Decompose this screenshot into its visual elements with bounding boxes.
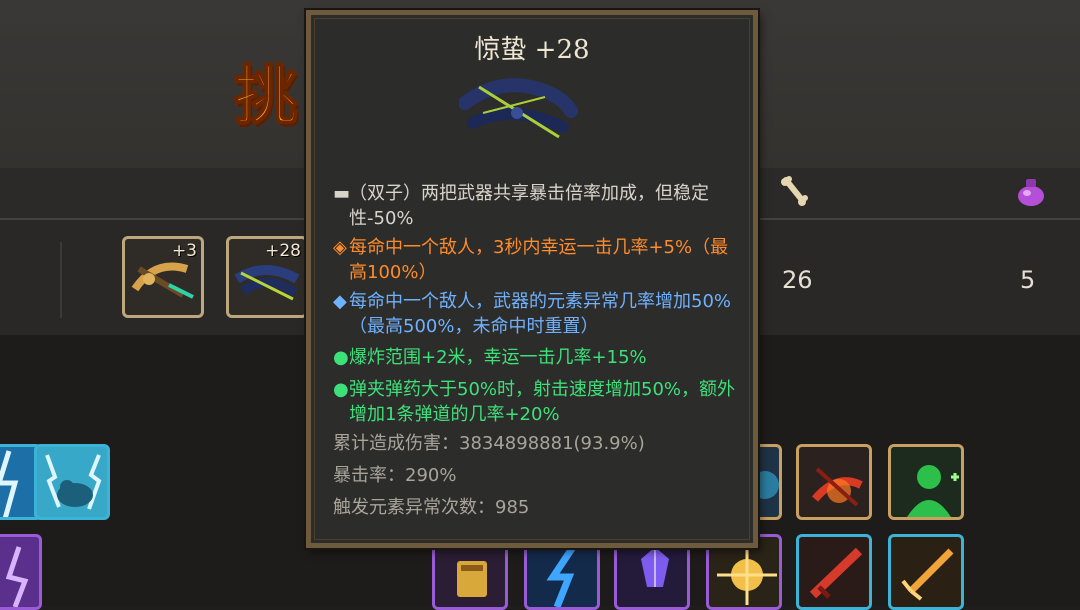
stat-crit: 暴击率：290%	[333, 465, 457, 486]
potion-icon	[1018, 179, 1044, 206]
tooltip-line-blue: ◆ 每命中一个敌人，武器的元素异常几率增加50%（最高500%，未命中时重置）	[333, 291, 732, 337]
dot-bullet-icon: ●	[333, 347, 349, 368]
skill-slot-left-edge-2[interactable]	[0, 534, 42, 610]
row-divider	[60, 242, 62, 318]
tooltip-line-gray: ▬ （双子）两把武器共享暴击倍率加成，但稳定性-50%	[333, 183, 709, 229]
bone-icon	[781, 176, 808, 206]
crossbow-dark-blue-icon	[459, 78, 578, 139]
purple-energy-icon	[5, 546, 29, 607]
tooltip-line-green-1: ● 爆炸范围+2米，幸运一击几率+15%	[333, 347, 647, 368]
stat-elemental: 触发元素异常次数：985	[333, 497, 530, 518]
stat-value-bone: 26	[782, 266, 813, 294]
dash-bullet-icon: ▬	[333, 183, 351, 204]
skill-slot-poison-figure[interactable]	[888, 444, 964, 520]
stat-value-potion: 5	[1020, 266, 1036, 294]
screen-title-fragment: 挑	[233, 59, 299, 135]
skill-slot-frost-beast[interactable]	[34, 444, 110, 520]
diamond-bullet-icon: ◆	[333, 291, 347, 312]
frost-beast-icon	[45, 454, 102, 510]
skill-slot-bottom-6[interactable]	[888, 534, 964, 610]
weapon-slot-2[interactable]: +28	[226, 236, 308, 318]
skill-slot-fire-crossbow[interactable]	[796, 444, 872, 520]
tooltip-line-green-2: ● 弹夹弹药大于50%时，射击速度增加50%，额外增加1条弹道的几率+20%	[333, 379, 736, 425]
stat-damage: 累计造成伤害：3834898881(93.9%)	[333, 433, 645, 454]
skill-slot-bottom-5[interactable]	[796, 534, 872, 610]
diamond-bullet-icon: ◈	[333, 237, 347, 258]
dot-bullet-icon: ●	[333, 379, 349, 400]
slot-level-label: +28	[265, 241, 301, 261]
weapon-tooltip: 惊蛰 +28 ▬ （双子）两把武器共享暴击倍率加成，但稳定性-50% ◈ 每命中一个…	[306, 10, 758, 548]
flaming-arrow-icon	[901, 548, 954, 601]
fire-crossbow-icon	[811, 467, 863, 507]
weapon-slot-1[interactable]: +3	[122, 236, 204, 318]
weapon-name: 惊蛰 +28	[474, 35, 590, 65]
red-blade-icon	[809, 547, 863, 599]
tooltip-line-orange: ◈ 每命中一个敌人，3秒内幸运一击几率+5%（最高100%）	[333, 237, 729, 283]
poison-figure-icon	[907, 465, 959, 517]
slot-level-label: +3	[171, 241, 197, 261]
